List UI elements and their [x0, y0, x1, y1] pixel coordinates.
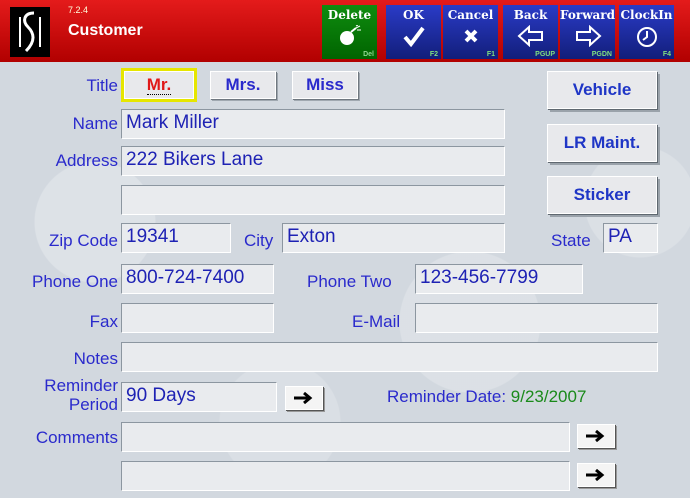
app-logo — [10, 7, 50, 57]
phone-two-field[interactable]: 123-456-7799 — [415, 264, 583, 294]
title-mrs-label: Mrs. — [225, 75, 261, 94]
clock-icon — [636, 27, 657, 47]
arrow-left-icon — [517, 25, 543, 47]
checkmark-icon — [402, 26, 425, 47]
email-label: E-Mail — [352, 312, 401, 331]
app-version: 7.2.4 — [68, 5, 89, 15]
delete-hotkey: Del — [363, 51, 374, 58]
fax-field[interactable] — [121, 303, 274, 333]
reminder-date-value: 9/23/2007 — [510, 387, 587, 406]
title-mrs-button[interactable]: Mrs. — [210, 71, 276, 99]
logo-icon — [19, 11, 41, 53]
bomb-icon — [339, 25, 361, 45]
phone-one-label: Phone One — [31, 272, 118, 291]
reminder-label-line2: Period — [68, 395, 118, 414]
zip-code-field[interactable]: 19341 — [121, 223, 231, 253]
notes-label: Notes — [73, 349, 118, 368]
fax-label: Fax — [89, 312, 118, 331]
cancel-hotkey: F1 — [486, 51, 495, 58]
vehicle-button[interactable]: Vehicle — [547, 71, 657, 109]
x-icon — [464, 29, 477, 43]
notes-field[interactable] — [121, 342, 658, 372]
title-mr-label: Mr. — [146, 75, 172, 95]
zip-code-label: Zip Code — [49, 231, 118, 250]
address-line2-field[interactable] — [121, 185, 505, 215]
clockin-hotkey: F4 — [662, 51, 671, 58]
state-field[interactable]: PA — [603, 223, 658, 253]
comments-2-select-button[interactable] — [577, 463, 615, 487]
ok-label: OK — [403, 8, 424, 22]
reminder-period-select-button[interactable] — [285, 386, 323, 410]
back-label: Back — [513, 8, 548, 22]
state-label: State — [551, 231, 591, 250]
comments-field-2[interactable] — [121, 461, 570, 491]
email-field[interactable] — [415, 303, 658, 333]
phone-two-label: Phone Two — [307, 272, 392, 291]
name-label: Name — [72, 114, 118, 133]
back-hotkey: PGUP — [535, 51, 555, 58]
address-field[interactable]: 222 Bikers Lane — [121, 146, 505, 176]
back-button[interactable]: Back PGUP — [503, 5, 558, 59]
delete-button[interactable]: Delete Del — [322, 5, 377, 59]
window-title: Customer — [68, 22, 143, 39]
city-field[interactable]: Exton — [282, 223, 505, 253]
city-label: City — [244, 231, 274, 250]
reminder-date-label: Reminder Date: 9/23/2007 — [387, 387, 586, 407]
arrow-right-icon — [586, 430, 605, 442]
sticker-button[interactable]: Sticker — [547, 176, 657, 214]
reminder-period-field[interactable]: 90 Days — [121, 382, 277, 412]
reminder-period-label: Reminder Period — [20, 376, 118, 414]
cancel-label: Cancel — [447, 8, 494, 22]
title-miss-label: Miss — [306, 75, 344, 94]
title-mr-button[interactable]: Mr. — [121, 68, 197, 102]
clockin-label: ClockIn — [620, 8, 673, 22]
forward-label: Forward — [560, 8, 616, 22]
title-bar: 7.2.4 Customer Delete Del OK F2 Cancel F… — [0, 0, 690, 62]
clockin-button[interactable]: ClockIn F4 — [619, 5, 674, 59]
arrow-right-icon — [575, 25, 601, 47]
title-label: Title — [86, 76, 119, 95]
arrow-right-icon — [586, 469, 605, 481]
title-miss-button[interactable]: Miss — [292, 71, 358, 99]
phone-one-field[interactable]: 800-724-7400 — [121, 264, 274, 294]
comments-label: Comments — [35, 428, 118, 447]
arrow-right-icon — [294, 392, 313, 404]
delete-label: Delete — [327, 8, 372, 22]
reminder-label-line1: Reminder — [44, 376, 118, 395]
forward-button[interactable]: Forward PGDN — [560, 5, 615, 59]
lr-maint-button[interactable]: LR Maint. — [547, 124, 657, 162]
ok-hotkey: F2 — [429, 51, 438, 58]
reminder-date-caption: Reminder Date: — [387, 387, 507, 406]
ok-button[interactable]: OK F2 — [386, 5, 441, 59]
name-field[interactable]: Mark Miller — [121, 109, 505, 139]
comments-field-1[interactable] — [121, 422, 570, 452]
forward-hotkey: PGDN — [591, 51, 612, 58]
address-label: Address — [55, 151, 118, 170]
comments-1-select-button[interactable] — [577, 424, 615, 448]
cancel-button[interactable]: Cancel F1 — [443, 5, 498, 59]
